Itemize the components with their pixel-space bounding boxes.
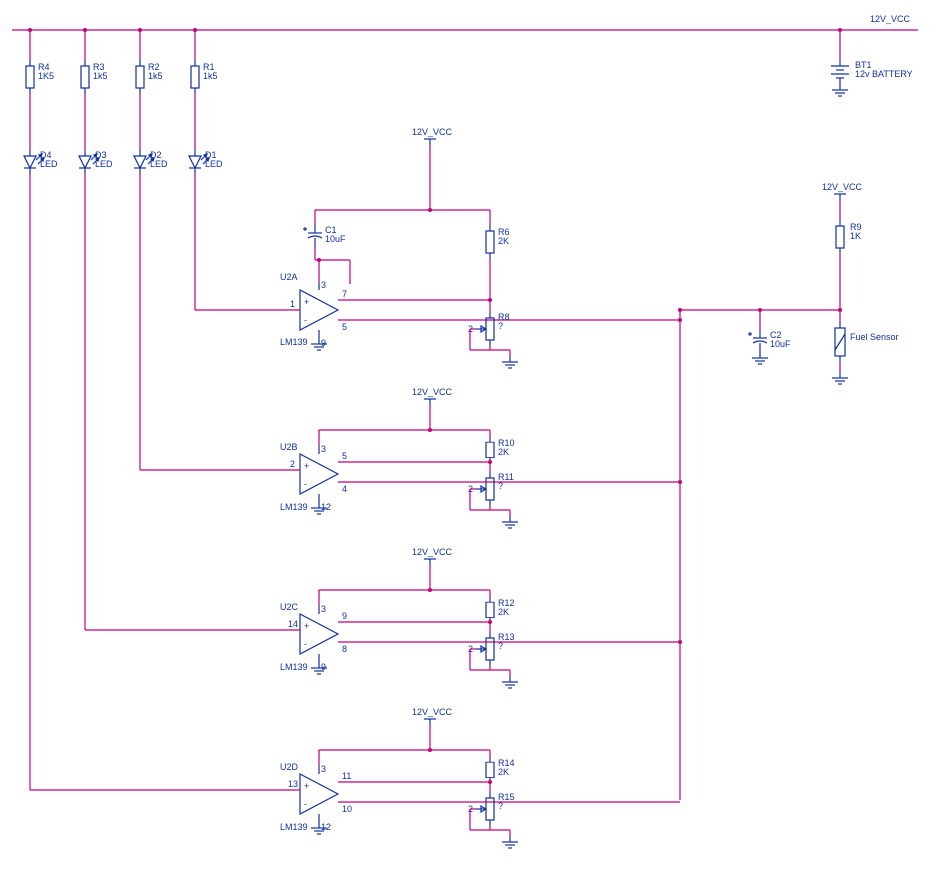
svg-text:U2B: U2B — [280, 442, 298, 452]
schematic-canvas: + - 12V_VCC BT1 12v BATTERY R4 1K5 D4 LE… — [0, 0, 930, 876]
svg-text:LED: LED — [95, 159, 113, 169]
led-branch-r2: R2 1k5 D2 LED — [134, 28, 168, 470]
svg-text:10uF: 10uF — [770, 339, 791, 349]
svg-text:2K: 2K — [498, 236, 509, 246]
svg-text:3: 3 — [321, 444, 326, 454]
battery-icon — [831, 60, 849, 84]
svg-text:?: ? — [498, 321, 503, 331]
led-branch-r1: R1 1k5 D1 LED — [189, 28, 223, 310]
svg-text:LED: LED — [150, 159, 168, 169]
sense-branch: 12V_VCC R9 1K Fuel Sensor C2 10uF — [748, 182, 899, 384]
svg-text:LM139: LM139 — [280, 337, 308, 347]
bt1-val: 12v BATTERY — [855, 69, 913, 79]
svg-text:2K: 2K — [498, 447, 509, 457]
svg-text:?: ? — [498, 801, 503, 811]
svg-text:Fuel Sensor: Fuel Sensor — [850, 332, 899, 342]
stage-u2d: 12V_VCC U2D LM139 3 12 13 11 10 R14 2K R… — [30, 707, 680, 848]
svg-text:U2C: U2C — [280, 602, 299, 612]
svg-text:1k5: 1k5 — [148, 71, 163, 81]
svg-text:U2D: U2D — [280, 762, 299, 772]
svg-text:14: 14 — [288, 619, 298, 629]
svg-text:4: 4 — [342, 484, 347, 494]
svg-text:1k5: 1k5 — [93, 71, 108, 81]
svg-text:1: 1 — [290, 299, 295, 309]
svg-text:9: 9 — [342, 611, 347, 621]
svg-text:3: 3 — [321, 764, 326, 774]
svg-text:1K5: 1K5 — [38, 71, 54, 81]
svg-text:2K: 2K — [498, 767, 509, 777]
svg-text:12V_VCC: 12V_VCC — [412, 547, 453, 557]
svg-text:1K: 1K — [850, 231, 861, 241]
svg-text:LM139: LM139 — [280, 502, 308, 512]
svg-text:LED: LED — [205, 159, 223, 169]
svg-text:?: ? — [498, 481, 503, 491]
led-branch-r4: R4 1K5 D4 LED — [24, 28, 58, 790]
svg-text:2K: 2K — [498, 607, 509, 617]
svg-text:7: 7 — [342, 289, 347, 299]
svg-text:12V_VCC: 12V_VCC — [412, 707, 453, 717]
svg-text:12V_VCC: 12V_VCC — [822, 182, 863, 192]
stage-u2c: 12V_VCC U2C LM139 3 9 14 9 8 R12 2K R13 … — [85, 547, 682, 688]
svg-text:1k5: 1k5 — [203, 71, 218, 81]
stage-u2a: 12V_VCC C1 10uF U2A LM139 3 9 1 7 5 R6 2… — [195, 127, 682, 368]
svg-text:10: 10 — [342, 804, 352, 814]
svg-text:5: 5 — [342, 451, 347, 461]
svg-text:13: 13 — [288, 779, 298, 789]
svg-text:3: 3 — [321, 280, 326, 290]
svg-text:12V_VCC: 12V_VCC — [412, 127, 453, 137]
svg-text:10uF: 10uF — [325, 234, 346, 244]
svg-text:?: ? — [498, 641, 503, 651]
svg-text:LM139: LM139 — [280, 822, 308, 832]
svg-text:LM139: LM139 — [280, 662, 308, 672]
rail-label: 12V_VCC — [870, 14, 911, 24]
stage-u2b: 12V_VCC U2B LM139 3 12 2 5 4 R10 2K R11 … — [140, 387, 682, 528]
svg-text:2: 2 — [290, 459, 295, 469]
ground-icon — [832, 84, 848, 96]
svg-text:12V_VCC: 12V_VCC — [412, 387, 453, 397]
svg-text:11: 11 — [342, 771, 351, 781]
svg-text:8: 8 — [342, 644, 347, 654]
svg-text:LED: LED — [40, 159, 58, 169]
led-branch-r3: R3 1k5 D3 LED — [79, 28, 113, 630]
svg-text:3: 3 — [321, 604, 326, 614]
svg-text:U2A: U2A — [280, 272, 298, 282]
svg-text:5: 5 — [342, 322, 347, 332]
